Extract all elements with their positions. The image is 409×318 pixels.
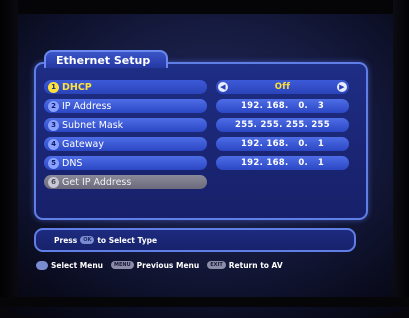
gateway-value[interactable]: 192. 168. 0. 1: [216, 137, 349, 151]
menu-item-ip-address[interactable]: 2 IP Address: [44, 99, 207, 113]
help-text: to Select Type: [97, 235, 158, 245]
dns-value[interactable]: 192. 168. 0. 1: [216, 156, 349, 170]
left-arrow-icon[interactable]: ◀: [218, 82, 228, 92]
menu-item-subnet-mask[interactable]: 3 Subnet Mask: [44, 118, 207, 132]
item-number: 5: [48, 157, 59, 169]
ok-key-icon: OK: [80, 236, 95, 244]
return-to-av-label: Return to AV: [228, 260, 283, 270]
tv-bezel-top: [0, 0, 409, 14]
menu-key-icon: MENU: [111, 261, 134, 269]
menu-item-get-ip-address[interactable]: 6 Get IP Address: [44, 175, 207, 189]
item-number: 4: [48, 138, 59, 150]
previous-menu-label: Previous Menu: [136, 260, 200, 270]
tv-bezel-bottom: [0, 297, 409, 307]
help-bar: Press OK to Select Type: [34, 228, 356, 252]
dhcp-value-selector[interactable]: ◀ Off ▶: [216, 80, 349, 94]
item-label: DHCP: [62, 81, 92, 93]
exit-key-icon: EXIT: [207, 261, 226, 269]
panel-title: Ethernet Setup: [44, 50, 168, 68]
item-label: DNS: [62, 157, 83, 169]
ip-address-value[interactable]: 192. 168. 0. 3: [216, 99, 349, 113]
select-menu-label: Select Menu: [51, 260, 104, 270]
item-label: Gateway: [62, 138, 104, 150]
item-label: Get IP Address: [62, 176, 132, 188]
menu-item-dns[interactable]: 5 DNS: [44, 156, 207, 170]
footer-legend: Select Menu MENU Previous Menu EXIT Retu…: [36, 258, 366, 272]
dhcp-value: Off: [274, 82, 291, 92]
tv-bezel-right: [393, 0, 409, 307]
navigation-key-icon: [36, 260, 48, 270]
help-press: Press: [54, 235, 78, 245]
item-label: IP Address: [62, 100, 112, 112]
menu-item-dhcp[interactable]: 1 DHCP: [44, 80, 207, 94]
item-number: 3: [48, 119, 59, 131]
subnet-mask-value[interactable]: 255. 255. 255. 255: [216, 118, 349, 132]
right-arrow-icon[interactable]: ▶: [337, 82, 347, 92]
item-number: 1: [48, 81, 59, 93]
item-number: 6: [48, 176, 59, 188]
item-label: Subnet Mask: [62, 119, 124, 131]
item-number: 2: [48, 100, 59, 112]
menu-item-gateway[interactable]: 4 Gateway: [44, 137, 207, 151]
tv-bezel-left: [0, 0, 18, 307]
